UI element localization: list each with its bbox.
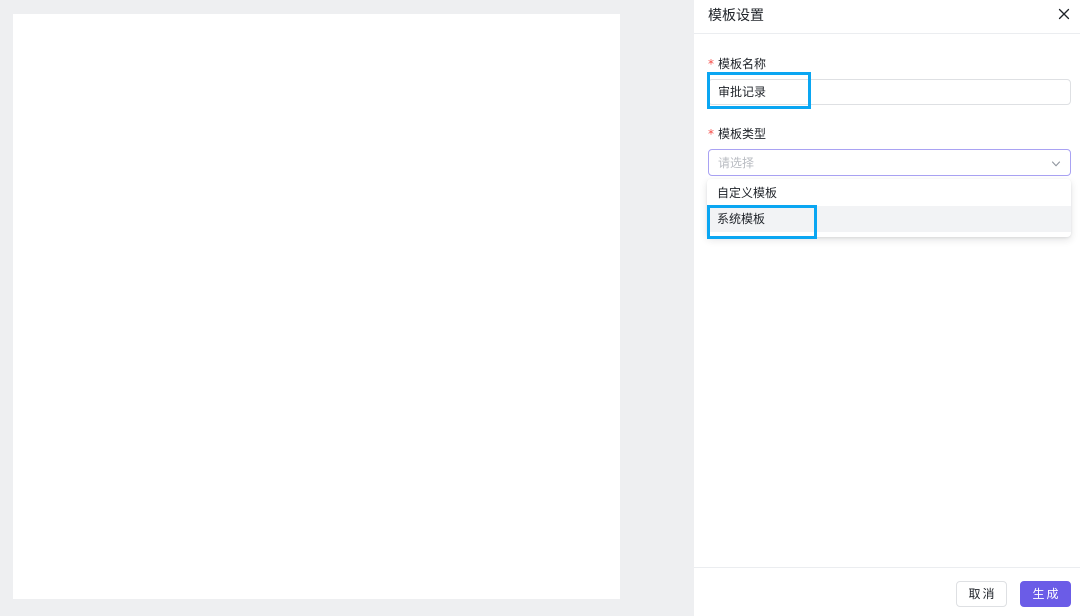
template-settings-drawer: 模板设置 * 模板名称 审批记录 * 模板类型 请选择 自定义模板 系统模板 取消 … [694, 0, 1080, 616]
required-mark: * [708, 57, 714, 71]
template-type-label: * 模板类型 [708, 126, 766, 142]
preview-canvas [13, 14, 620, 599]
drawer-footer: 取消 生成 [694, 567, 1080, 616]
template-name-label: * 模板名称 [708, 56, 766, 72]
template-type-label-text: 模板类型 [718, 127, 767, 141]
option-custom-template[interactable]: 自定义模板 [707, 180, 1071, 206]
template-type-select[interactable]: 请选择 [708, 149, 1071, 176]
template-type-placeholder: 请选择 [718, 156, 755, 170]
template-name-input[interactable]: 审批记录 [708, 79, 1071, 105]
option-system-template[interactable]: 系统模板 [707, 206, 1071, 232]
required-mark: * [708, 127, 714, 141]
cancel-button[interactable]: 取消 [956, 581, 1007, 607]
chevron-down-icon [1051, 159, 1061, 169]
drawer-title: 模板设置 [708, 8, 764, 24]
generate-button[interactable]: 生成 [1020, 581, 1071, 607]
close-icon[interactable] [1056, 6, 1072, 22]
template-type-dropdown: 自定义模板 系统模板 [707, 179, 1071, 237]
template-name-label-text: 模板名称 [718, 57, 767, 71]
drawer-header: 模板设置 [694, 0, 1080, 34]
